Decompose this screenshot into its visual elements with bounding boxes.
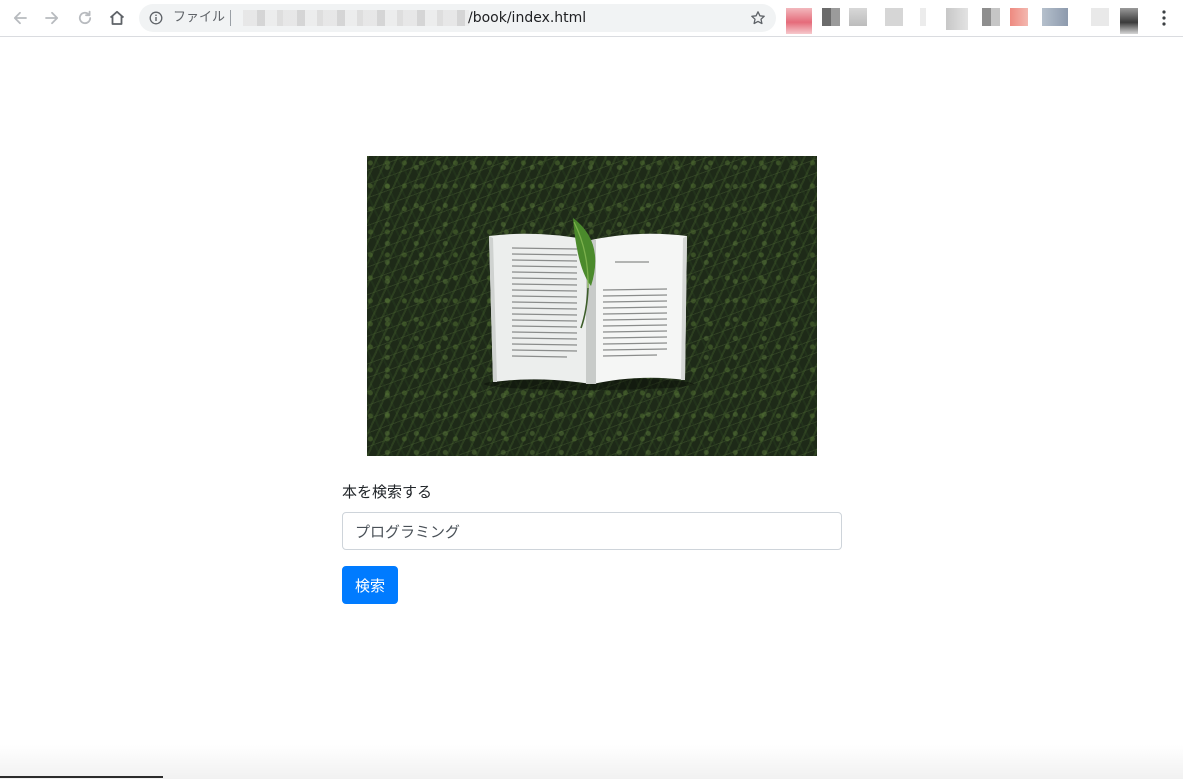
extension-icon[interactable] [1091, 8, 1109, 26]
extension-icon[interactable] [786, 8, 812, 34]
browser-toolbar: ファイル /book/index.html [0, 0, 1183, 37]
info-icon[interactable] [149, 11, 163, 25]
arrow-right-icon [45, 11, 59, 25]
open-book-on-grass-image [367, 156, 817, 456]
address-bar[interactable]: ファイル /book/index.html [139, 4, 776, 32]
bottom-shade [0, 745, 1183, 779]
extension-icon[interactable] [982, 8, 1000, 26]
search-form: 本を検索する 検索 [342, 480, 842, 604]
home-button[interactable] [105, 6, 129, 30]
extension-icon[interactable] [920, 8, 926, 26]
extension-icon[interactable] [946, 8, 968, 30]
url-scheme-label: ファイル [173, 10, 226, 25]
omnibox-divider [230, 10, 231, 26]
search-button[interactable]: 検索 [342, 566, 399, 604]
extension-icon[interactable] [849, 8, 867, 26]
back-button[interactable] [8, 6, 32, 30]
search-input[interactable] [342, 512, 842, 550]
forward-button[interactable] [40, 6, 64, 30]
extension-icons [786, 8, 1146, 34]
home-icon [109, 10, 125, 25]
reload-icon [78, 10, 92, 24]
star-icon[interactable] [750, 10, 766, 26]
extension-icon[interactable] [1010, 8, 1028, 26]
search-label: 本を検索する [342, 483, 433, 501]
open-book-icon [484, 218, 694, 390]
arrow-left-icon [13, 11, 27, 25]
download-bar-edge [0, 776, 163, 778]
kebab-menu-icon[interactable] [1156, 9, 1172, 27]
extension-icon[interactable] [1042, 8, 1068, 26]
avatar[interactable] [1120, 8, 1138, 34]
extension-icon[interactable] [885, 8, 903, 26]
url-path: /book/index.html [468, 10, 587, 26]
url-host-redacted [243, 10, 469, 26]
extension-icon[interactable] [822, 8, 840, 26]
reload-button[interactable] [73, 6, 97, 30]
